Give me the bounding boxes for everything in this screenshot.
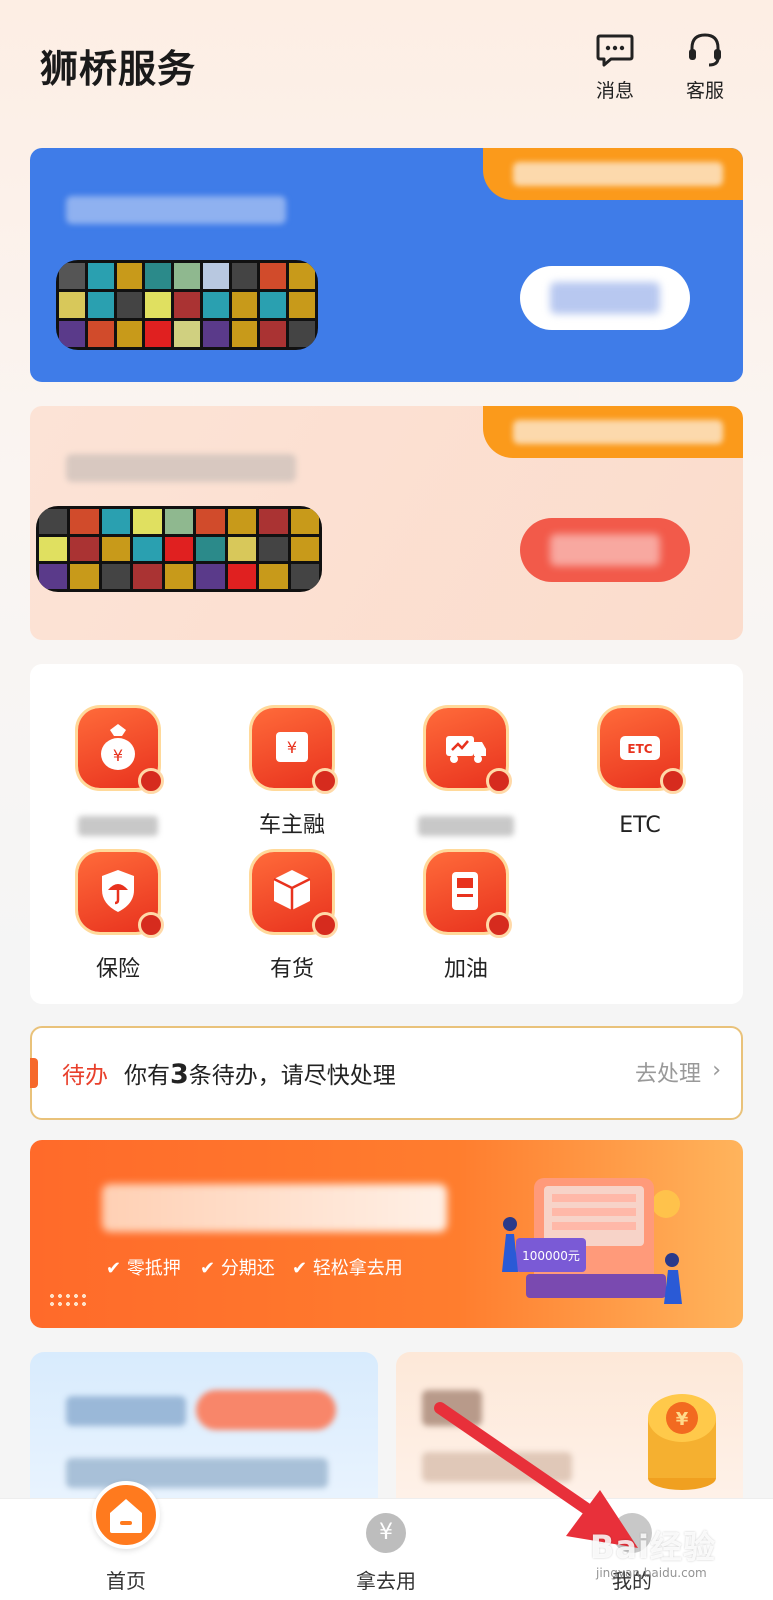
service-item-insurance[interactable]: 保险 [38,852,198,984]
todo-action-link[interactable]: 去处理 [635,1056,701,1088]
redacted-mini-tag [196,1390,336,1430]
home-icon [92,1481,160,1549]
redacted-mini-title [422,1390,482,1426]
promo-feature: ✔ 轻松拿去用 [292,1258,403,1279]
service-item-loan[interactable]: ¥ [38,708,198,840]
cargo-box-icon [252,852,338,938]
svg-text:ETC: ETC [627,742,652,756]
card-tag [483,406,743,458]
tab-home[interactable]: 首页 [46,1481,206,1600]
redacted-tag-text [513,162,723,186]
redacted-amount-mosaic [56,260,318,350]
service-label-redacted [418,816,514,836]
redacted-card-title [66,454,296,482]
service-label: ETC [619,813,661,838]
redacted-button-label [550,534,660,566]
tab-label: 拿去用 [356,1569,416,1593]
svg-text:¥: ¥ [287,738,297,757]
redacted-mini-subtitle [422,1452,572,1482]
cash-machine-illustration: 100000元 [502,1178,682,1304]
fuel-pump-icon [426,852,512,938]
umbrella-shield-icon [78,852,164,938]
svg-text:100000元: 100000元 [522,1249,580,1263]
header: 狮桥服务 消息 客服 [0,0,773,130]
redacted-tag-text [513,420,723,444]
chevron-right-icon: › [712,1058,721,1083]
money-bag-icon: ¥ [78,708,164,794]
yuan-coin-icon: ¥ [366,1513,406,1553]
todo-tag: 待办 [62,1063,108,1089]
todo-accent-bar [30,1058,38,1088]
service-item-etc[interactable]: ETC ETC [560,708,720,840]
service-item-chezhurong[interactable]: ¥ 车主融 [212,708,372,840]
service-label: 保险 [95,957,140,982]
service-item-fuel[interactable]: 加油 [386,852,546,984]
card-action-button[interactable] [520,266,690,330]
svg-text:¥: ¥ [113,746,123,765]
headset-icon [689,33,721,67]
mini-card-right[interactable]: ¥ [396,1352,743,1512]
card-tag [483,148,743,200]
service-item-truck[interactable] [386,708,546,840]
loan-card-blue[interactable] [30,148,743,382]
customer-service-button[interactable]: 客服 [670,30,740,103]
redacted-button-label [550,282,660,314]
messages-label: 消息 [595,80,634,102]
redacted-mini-title [66,1396,186,1426]
watermark-logo: Bai经验 [590,1528,716,1566]
service-label: 加油 [443,957,488,982]
tab-label: 首页 [106,1569,146,1593]
service-item-cargo[interactable]: 有货 [212,852,372,984]
message-icon [596,34,634,67]
mini-card-left[interactable] [30,1352,378,1512]
service-label: 有货 [269,957,314,982]
redacted-amount-mosaic [36,506,322,592]
truck-icon [426,708,512,794]
watermark-url: jingyan.baidu.com [596,1566,707,1580]
promo-feature: ✔ 零抵押 [106,1258,181,1279]
customer-service-label: 客服 [685,80,724,102]
messages-button[interactable]: 消息 [580,30,650,103]
redacted-mini-subtitle [66,1458,328,1488]
etc-icon: ETC [600,708,686,794]
promo-feature: ✔ 分期还 [200,1258,275,1279]
todo-message: 你有3条待办，请尽快处理 [124,1059,396,1090]
promo-banner[interactable]: ✔ 零抵押 ✔ 分期还 ✔ 轻松拿去用 100000元 [30,1140,743,1328]
redacted-promo-title [102,1184,447,1232]
yuan-box-icon: ¥ [252,708,338,794]
coin-stack-icon: ¥ [648,1394,716,1490]
svg-text:¥: ¥ [676,1409,689,1430]
service-label-redacted [78,816,158,836]
loan-card-peach[interactable] [30,406,743,640]
service-label: 车主融 [258,813,325,838]
todo-banner[interactable]: 待办 你有3条待办，请尽快处理 去处理 › [30,1026,743,1120]
service-grid: ¥ ¥ 车主融 ETC ETC 保险 有货 加油 [30,664,743,1004]
decorative-dots [48,1292,88,1308]
tab-naqu-yong[interactable]: ¥ 拿去用 [306,1499,466,1600]
card-action-button[interactable] [520,518,690,582]
page-title: 狮桥服务 [40,47,197,91]
redacted-card-title [66,196,286,224]
